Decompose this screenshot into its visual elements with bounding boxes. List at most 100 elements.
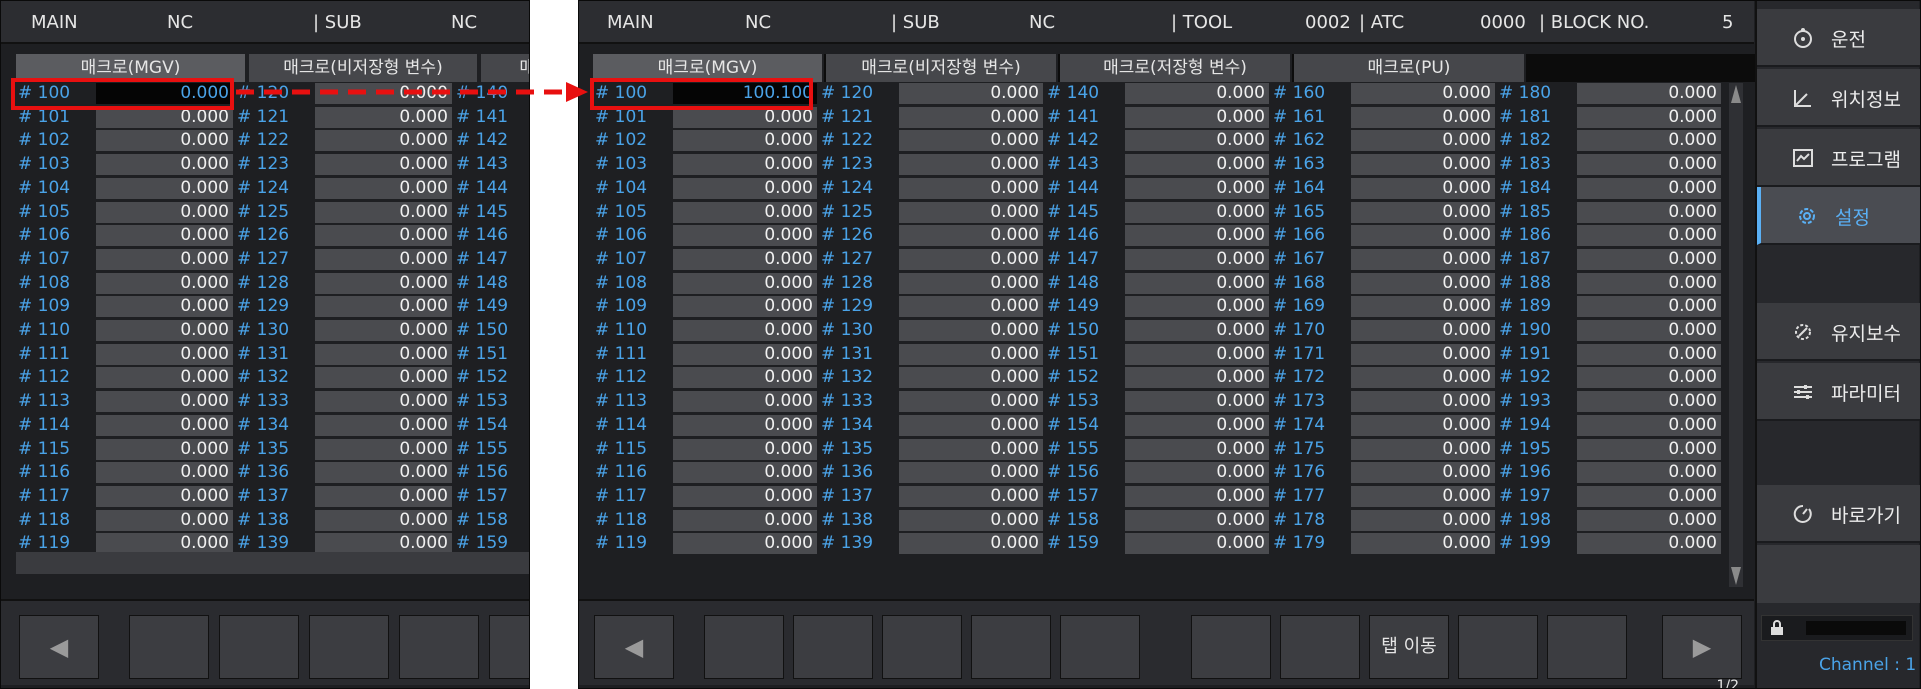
macro-var-value[interactable]: 0.000	[1351, 509, 1495, 531]
side-item-shortcut[interactable]: 바로가기	[1757, 485, 1920, 543]
macro-var-value[interactable]: 0.000	[673, 296, 817, 318]
macro-var-value[interactable]: 0.000	[1577, 438, 1721, 460]
function-key-7[interactable]	[1280, 615, 1360, 679]
macro-var-value[interactable]: 0.000	[1351, 391, 1495, 413]
macro-var-value[interactable]: 0.000	[673, 485, 817, 507]
function-key-9[interactable]	[1458, 615, 1538, 679]
macro-var-value[interactable]: 0.000	[315, 438, 452, 460]
scroll-down-icon[interactable]	[1731, 567, 1741, 585]
macro-var-value[interactable]: 0.000	[96, 225, 233, 247]
macro-var-value[interactable]: 0.000	[1351, 438, 1495, 460]
function-key-2[interactable]	[793, 615, 873, 679]
macro-var-value[interactable]: 0.000	[1577, 106, 1721, 128]
macro-var-value[interactable]: 0.000	[96, 391, 233, 413]
side-item-operation[interactable]: 운전	[1757, 9, 1920, 67]
macro-var-value[interactable]: 0.000	[673, 225, 817, 247]
side-item-program[interactable]: 프로그램	[1757, 129, 1920, 187]
macro-var-value[interactable]: 0.000	[1125, 438, 1269, 460]
macro-var-value[interactable]: 0.000	[899, 83, 1043, 104]
macro-var-value[interactable]: 0.000	[315, 225, 452, 247]
macro-var-value[interactable]: 0.000	[96, 438, 233, 460]
function-key-1[interactable]	[704, 615, 784, 679]
macro-var-value[interactable]: 0.000	[899, 225, 1043, 247]
macro-var-value[interactable]: 0.000	[899, 201, 1043, 223]
next-page-key[interactable]: ▶ 1/2	[1662, 615, 1742, 688]
macro-var-value[interactable]: 0.000	[1125, 177, 1269, 199]
macro-var-value[interactable]: 0.000	[1577, 509, 1721, 531]
macro-var-value[interactable]: 0.000	[1125, 106, 1269, 128]
macro-var-value[interactable]: 0.000	[1351, 343, 1495, 365]
macro-var-value[interactable]: 0.000	[1577, 248, 1721, 270]
macro-var-value[interactable]: 0.000	[673, 272, 817, 294]
macro-var-value[interactable]: 0.000	[1351, 485, 1495, 507]
tab-macro-nonvolatile[interactable]: 매크로(비저장형 변수)	[826, 54, 1058, 82]
macro-var-value[interactable]: 0.000	[899, 343, 1043, 365]
macro-var-value[interactable]: 0.000	[673, 414, 817, 436]
macro-var-value[interactable]: 0.000	[1125, 509, 1269, 531]
macro-var-value[interactable]: 0.000	[899, 414, 1043, 436]
macro-var-value[interactable]: 0.000	[315, 106, 452, 128]
macro-var-value[interactable]: 0.000	[673, 391, 817, 413]
macro-var-value[interactable]: 0.000	[315, 367, 452, 389]
macro-var-value[interactable]: 0.000	[899, 533, 1043, 555]
macro-var-value[interactable]: 0.000	[1351, 83, 1495, 104]
macro-var-value[interactable]: 0.000	[1351, 154, 1495, 176]
macro-var-value[interactable]: 0.000	[673, 438, 817, 460]
macro-var-value[interactable]: 0.000	[899, 462, 1043, 484]
macro-var-value[interactable]: 0.000	[1125, 83, 1269, 104]
function-key-5[interactable]	[489, 615, 529, 679]
macro-var-value[interactable]: 0.000	[96, 177, 233, 199]
macro-var-value[interactable]: 0.000	[1125, 414, 1269, 436]
macro-var-value[interactable]: 0.000	[673, 248, 817, 270]
macro-var-value[interactable]: 0.000	[899, 296, 1043, 318]
macro-var-value[interactable]: 0.000	[315, 201, 452, 223]
macro-var-value[interactable]: 0.000	[96, 272, 233, 294]
macro-var-value[interactable]: 0.000	[96, 414, 233, 436]
macro-var-value[interactable]: 0.000	[1351, 225, 1495, 247]
macro-var-value[interactable]: 0.000	[315, 509, 452, 531]
macro-var-value[interactable]: 0.000	[673, 367, 817, 389]
macro-var-value[interactable]: 0.000	[899, 248, 1043, 270]
macro-var-value[interactable]: 0.000	[1351, 248, 1495, 270]
side-item-settings[interactable]: 설정	[1757, 187, 1920, 245]
macro-var-value[interactable]: 0.000	[1351, 367, 1495, 389]
macro-var-value[interactable]: 0.000	[899, 438, 1043, 460]
macro-var-value[interactable]: 0.000	[1577, 343, 1721, 365]
macro-var-value[interactable]: 0.000	[315, 248, 452, 270]
macro-var-value[interactable]: 0.000	[899, 154, 1043, 176]
macro-var-value[interactable]: 0.000	[1351, 320, 1495, 341]
side-item-parameter[interactable]: 파라미터	[1757, 363, 1920, 421]
macro-var-value[interactable]: 0.000	[96, 343, 233, 365]
macro-var-value[interactable]: 0.000	[1351, 130, 1495, 152]
tab-move-button[interactable]: 탭 이동	[1369, 615, 1449, 679]
macro-var-value[interactable]: 0.000	[1577, 154, 1721, 176]
function-key-3[interactable]	[309, 615, 389, 679]
macro-var-value[interactable]: 0.000	[1577, 201, 1721, 223]
macro-var-value[interactable]: 0.000	[1125, 462, 1269, 484]
function-key-2[interactable]	[219, 615, 299, 679]
function-key-5[interactable]	[1060, 615, 1140, 679]
macro-var-value[interactable]: 0.000	[315, 343, 452, 365]
macro-var-value[interactable]: 0.000	[96, 462, 233, 484]
macro-var-value[interactable]: 0.000	[315, 130, 452, 152]
macro-var-value[interactable]: 0.000	[673, 343, 817, 365]
tab-macro-volatile[interactable]: 매크로(저장형 변수)	[1060, 54, 1292, 82]
macro-var-value[interactable]: 0.000	[1577, 414, 1721, 436]
macro-var-value[interactable]: 0.000	[1577, 462, 1721, 484]
macro-var-value[interactable]: 0.000	[673, 130, 817, 152]
macro-var-value[interactable]: 0.000	[1577, 367, 1721, 389]
macro-var-value[interactable]: 0.000	[315, 391, 452, 413]
macro-var-value[interactable]: 0.000	[1577, 272, 1721, 294]
macro-var-value[interactable]: 0.000	[315, 462, 452, 484]
macro-var-value[interactable]: 0.000	[1577, 320, 1721, 341]
macro-var-value[interactable]: 0.000	[1125, 343, 1269, 365]
macro-var-value[interactable]: 0.000	[1351, 296, 1495, 318]
macro-var-value[interactable]: 0.000	[1125, 320, 1269, 341]
tab-macro-partial[interactable]: 매	[481, 54, 529, 82]
tab-macro-nonvolatile[interactable]: 매크로(비저장형 변수)	[249, 54, 479, 82]
macro-var-value[interactable]: 0.000	[673, 533, 817, 555]
macro-var-value[interactable]: 0.000	[673, 320, 817, 341]
macro-var-value[interactable]: 0.000	[673, 509, 817, 531]
macro-var-value[interactable]: 0.000	[1125, 154, 1269, 176]
macro-var-value[interactable]: 0.000	[96, 248, 233, 270]
